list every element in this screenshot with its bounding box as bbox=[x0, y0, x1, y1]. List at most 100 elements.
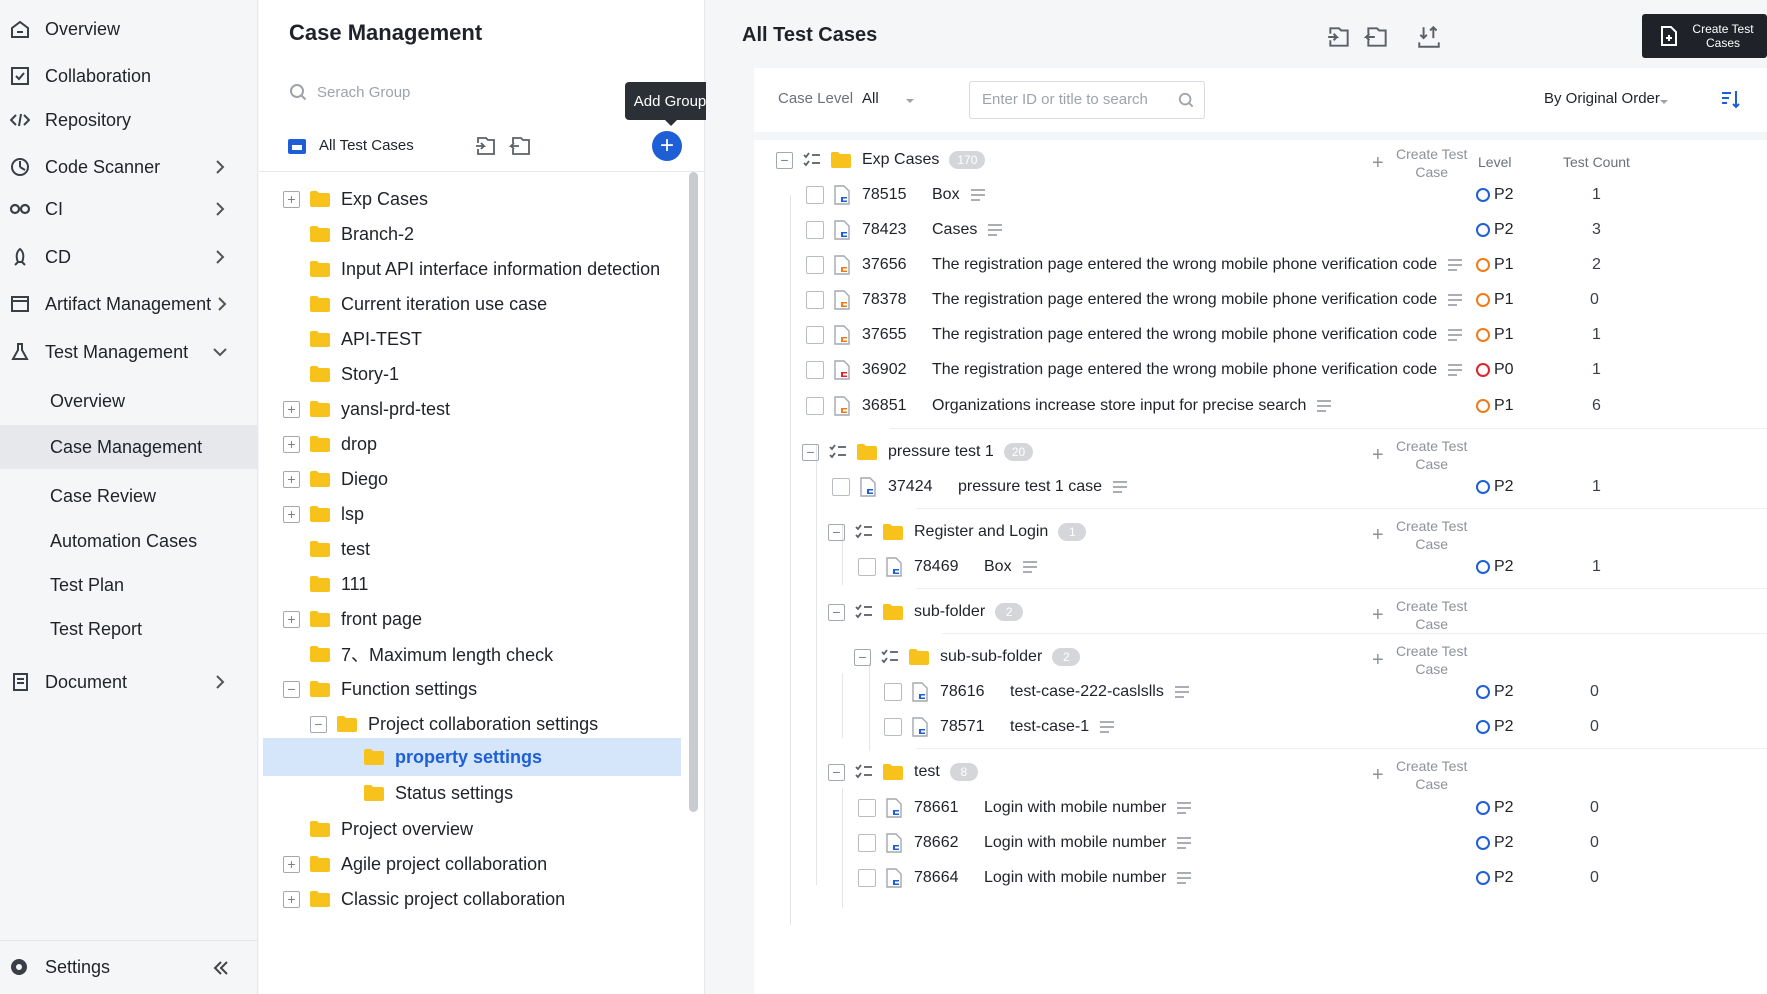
import-icon[interactable] bbox=[1326, 24, 1352, 50]
case-level-select[interactable]: All bbox=[862, 90, 879, 107]
case-id[interactable]: 78469 bbox=[914, 558, 974, 576]
table-row[interactable]: 37655 The registration page entered the w… bbox=[754, 315, 1767, 355]
group-row[interactable]: − test 8 + Create Test Case bbox=[754, 748, 1767, 792]
collapse-icon[interactable]: − bbox=[283, 680, 300, 698]
expand-icon[interactable]: + bbox=[283, 610, 300, 628]
group-row[interactable]: − Exp Cases 170 + Create Test Case bbox=[754, 140, 1767, 180]
nav-sub-overview[interactable]: Overview bbox=[0, 379, 258, 423]
nav-sub-case-review[interactable]: Case Review bbox=[0, 474, 258, 518]
case-title[interactable]: test-case-222-caslslls bbox=[1010, 683, 1164, 701]
case-id[interactable]: 37656 bbox=[862, 256, 922, 274]
collapse-icon[interactable]: − bbox=[828, 603, 845, 621]
sort-direction-icon[interactable] bbox=[1719, 88, 1741, 110]
case-title[interactable]: The registration page entered the wrong … bbox=[932, 291, 1437, 309]
case-title[interactable]: Cases bbox=[932, 221, 977, 239]
expand-icon[interactable]: + bbox=[283, 190, 300, 208]
collapse-icon[interactable]: − bbox=[802, 443, 819, 461]
order-select[interactable]: By Original Order bbox=[1544, 90, 1660, 107]
case-id[interactable]: 78378 bbox=[862, 291, 922, 309]
collapse-icon[interactable]: − bbox=[310, 715, 327, 733]
row-checkbox[interactable] bbox=[806, 326, 824, 344]
case-title[interactable]: Box bbox=[932, 186, 960, 204]
case-title[interactable]: The registration page entered the wrong … bbox=[932, 361, 1437, 379]
sort-import-icon[interactable] bbox=[1416, 24, 1442, 50]
checklist-icon[interactable] bbox=[803, 151, 821, 169]
tree-item[interactable]: 7、Maximum length check bbox=[259, 635, 689, 673]
table-row[interactable]: 78616 test-case-222-caslslls P2 0 bbox=[754, 672, 1767, 712]
case-title[interactable]: Login with mobile number bbox=[984, 799, 1166, 817]
tree-item[interactable]: + yansl-prd-test bbox=[259, 390, 689, 428]
nav-item-ci[interactable]: CI bbox=[0, 187, 258, 231]
case-id[interactable]: 78515 bbox=[862, 186, 922, 204]
collapse-icon[interactable]: − bbox=[776, 151, 793, 169]
case-id[interactable]: 78662 bbox=[914, 834, 974, 852]
case-title[interactable]: Login with mobile number bbox=[984, 834, 1166, 852]
nav-item-test-management[interactable]: Test Management bbox=[0, 330, 258, 374]
case-title[interactable]: Login with mobile number bbox=[984, 869, 1166, 887]
case-id[interactable]: 78664 bbox=[914, 869, 974, 887]
row-checkbox[interactable] bbox=[884, 683, 902, 701]
row-checkbox[interactable] bbox=[806, 291, 824, 309]
row-checkbox[interactable] bbox=[806, 361, 824, 379]
case-title[interactable]: pressure test 1 case bbox=[958, 478, 1102, 496]
tree-item[interactable]: + Classic project collaboration bbox=[259, 880, 689, 918]
collapse-icon[interactable]: − bbox=[828, 763, 845, 781]
nav-item-artifact-management[interactable]: Artifact Management bbox=[0, 282, 258, 326]
tree-item[interactable]: Project overview bbox=[259, 810, 689, 848]
group-row[interactable]: − sub-folder 2 + Create Test Case bbox=[754, 588, 1767, 632]
table-row[interactable]: 78662 Login with mobile number P2 0 bbox=[754, 823, 1767, 863]
group-row[interactable]: − Register and Login 1 + Create Test Case bbox=[754, 508, 1767, 552]
tree-item[interactable]: Status settings bbox=[259, 774, 689, 812]
expand-icon[interactable]: + bbox=[283, 890, 300, 908]
nav-item-overview[interactable]: Overview bbox=[0, 7, 258, 51]
expand-icon[interactable]: + bbox=[283, 435, 300, 453]
tree-item[interactable]: Current iteration use case bbox=[259, 285, 689, 323]
nav-sub-case-management[interactable]: Case Management bbox=[0, 425, 258, 469]
nav-sub-test-report[interactable]: Test Report bbox=[0, 607, 258, 651]
nav-item-collaboration[interactable]: Collaboration bbox=[0, 54, 258, 98]
case-id[interactable]: 78661 bbox=[914, 799, 974, 817]
tree-item[interactable]: + lsp bbox=[259, 495, 689, 533]
table-row[interactable]: 36902 The registration page entered the w… bbox=[754, 350, 1767, 390]
expand-icon[interactable]: + bbox=[283, 400, 300, 418]
export-icon[interactable] bbox=[508, 134, 533, 158]
nav-item-code-scanner[interactable]: Code Scanner bbox=[0, 145, 258, 189]
tree-item[interactable]: + Exp Cases bbox=[259, 180, 689, 218]
import-icon[interactable] bbox=[474, 134, 498, 158]
case-title[interactable]: The registration page entered the wrong … bbox=[932, 326, 1437, 344]
case-id[interactable]: 37655 bbox=[862, 326, 922, 344]
tree-item[interactable]: + Diego bbox=[259, 460, 689, 498]
row-checkbox[interactable] bbox=[832, 478, 850, 496]
tree-item[interactable]: + drop bbox=[259, 425, 689, 463]
collapse-icon[interactable]: − bbox=[854, 648, 871, 666]
table-row[interactable]: 78469 Box P2 1 bbox=[754, 547, 1767, 587]
case-title[interactable]: The registration page entered the wrong … bbox=[932, 256, 1437, 274]
row-checkbox[interactable] bbox=[858, 799, 876, 817]
table-row[interactable]: 37424 pressure test 1 case P2 1 bbox=[754, 467, 1767, 507]
table-row[interactable]: 78515 Box P2 1 bbox=[754, 175, 1767, 215]
tree-item[interactable]: + front page bbox=[259, 600, 689, 638]
row-checkbox[interactable] bbox=[858, 834, 876, 852]
group-tree-scrollbar[interactable] bbox=[689, 172, 698, 812]
nav-item-repository[interactable]: Repository bbox=[0, 98, 258, 142]
table-row[interactable]: 36851 Organizations increase store input … bbox=[754, 386, 1767, 426]
expand-icon[interactable]: + bbox=[283, 505, 300, 523]
group-row[interactable]: − sub-sub-folder 2 + Create Test Case bbox=[754, 633, 1767, 677]
table-row[interactable]: 78571 test-case-1 P2 0 bbox=[754, 707, 1767, 747]
tree-item[interactable]: 111 bbox=[259, 565, 689, 603]
add-group-button[interactable]: + bbox=[652, 131, 682, 161]
case-id[interactable]: 78616 bbox=[940, 683, 1000, 701]
checklist-icon[interactable] bbox=[855, 523, 873, 541]
case-id[interactable]: 78423 bbox=[862, 221, 922, 239]
checklist-icon[interactable] bbox=[881, 648, 899, 666]
expand-icon[interactable]: + bbox=[283, 855, 300, 873]
table-row[interactable]: 78378 The registration page entered the w… bbox=[754, 280, 1767, 320]
case-id[interactable]: 36851 bbox=[862, 397, 922, 415]
case-id[interactable]: 37424 bbox=[888, 478, 948, 496]
tree-item[interactable]: Input API interface information detectio… bbox=[259, 250, 689, 288]
nav-sub-automation-cases[interactable]: Automation Cases bbox=[0, 519, 258, 563]
tree-item[interactable]: − Function settings bbox=[259, 670, 689, 708]
case-title[interactable]: Box bbox=[984, 558, 1012, 576]
table-row[interactable]: 78664 Login with mobile number P2 0 bbox=[754, 858, 1767, 898]
case-title[interactable]: test-case-1 bbox=[1010, 718, 1089, 736]
